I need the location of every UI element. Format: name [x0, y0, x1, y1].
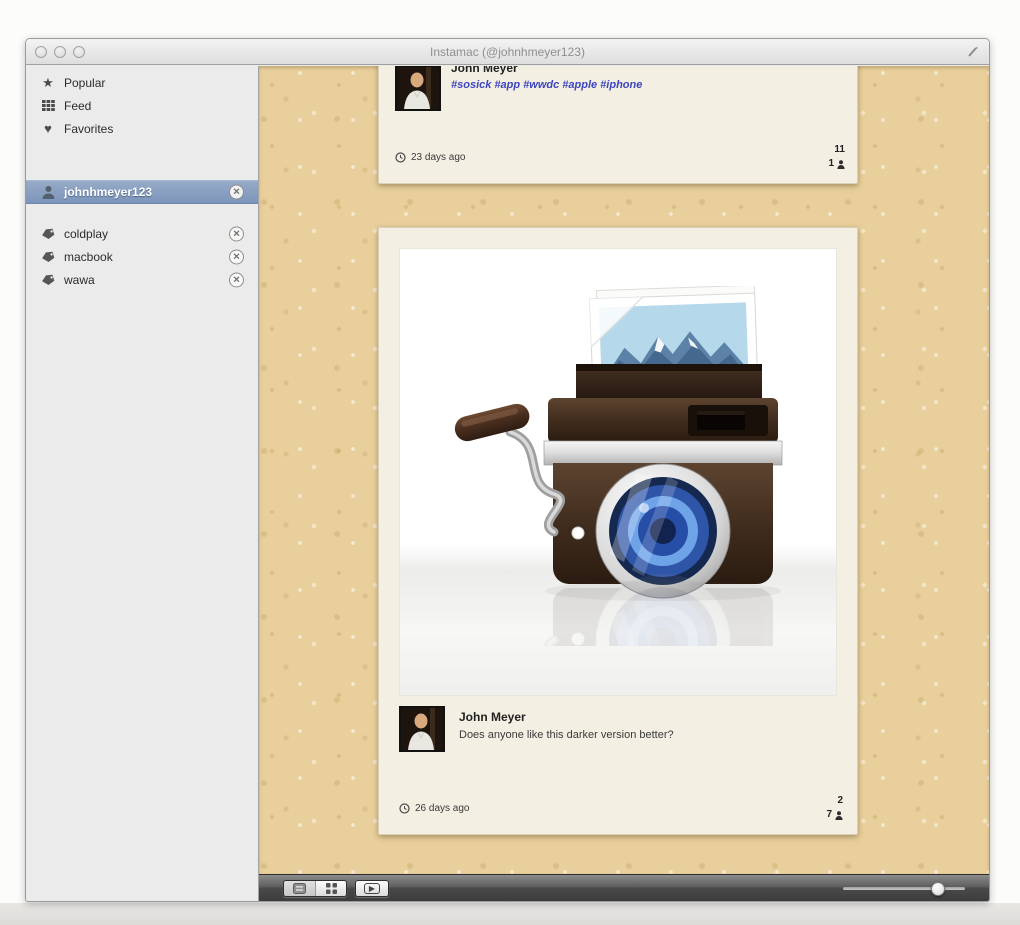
main-content: John Meyer #sosick #app #wwdc #apple #ip…: [259, 66, 989, 901]
titlebar: Instamac (@johnhmeyer123): [26, 39, 989, 65]
sidebar: ★ Popular Feed ♥ Favorites johnhmeyer123…: [26, 66, 259, 901]
grid-view-button[interactable]: [315, 881, 346, 896]
grid-view-icon: [325, 883, 337, 894]
remove-tag-button[interactable]: ✕: [229, 226, 244, 241]
sidebar-item-tag-coldplay[interactable]: coldplay ✕: [26, 222, 258, 245]
sidebar-item-favorites[interactable]: ♥ Favorites: [26, 117, 258, 140]
avatar[interactable]: [395, 66, 441, 111]
sidebar-item-label: Feed: [64, 98, 92, 113]
person-count-icon: [837, 159, 845, 169]
sidebar-item-user-johnhmeyer123[interactable]: johnhmeyer123 ✕: [26, 180, 258, 204]
sidebar-item-tag-macbook[interactable]: macbook ✕: [26, 245, 258, 268]
comments-count: 1: [828, 158, 834, 169]
post-timestamp: 26 days ago: [399, 803, 470, 814]
post-card: John Meyer #sosick #app #wwdc #apple #ip…: [378, 66, 858, 184]
screen: Instamac (@johnhmeyer123) ★ Popular Feed…: [0, 0, 1020, 925]
slideshow-button[interactable]: ▶: [355, 880, 389, 897]
post-card: John Meyer Does anyone like this darker …: [378, 227, 858, 835]
sidebar-item-popular[interactable]: ★ Popular: [26, 71, 258, 94]
sidebar-item-feed[interactable]: Feed: [26, 94, 258, 117]
remove-tag-button[interactable]: ✕: [229, 249, 244, 264]
comments-count: 7: [826, 809, 832, 820]
list-view-icon: [293, 883, 306, 894]
post-author[interactable]: John Meyer: [451, 66, 518, 75]
zoom-slider[interactable]: [843, 881, 965, 896]
sidebar-tag-label: macbook: [64, 249, 113, 264]
sidebar-item-label: Favorites: [64, 121, 114, 136]
sidebar-item-label: Popular: [64, 75, 106, 90]
clock-icon: [399, 803, 410, 814]
sidebar-item-tag-wawa[interactable]: wawa ✕: [26, 268, 258, 291]
bottom-toolbar: ▶: [259, 874, 989, 901]
remove-tag-button[interactable]: ✕: [229, 272, 244, 287]
play-icon: ▶: [363, 883, 381, 894]
post-counts: 2 7: [826, 794, 843, 822]
post-author[interactable]: John Meyer: [459, 710, 526, 724]
window-title: Instamac (@johnhmeyer123): [430, 45, 585, 59]
post-caption-hashtags[interactable]: #sosick #app #wwdc #apple #iphone: [451, 79, 642, 91]
person-icon: [40, 185, 56, 200]
compose-pencil-icon[interactable]: [965, 44, 981, 60]
post-photo[interactable]: [399, 248, 837, 696]
heart-icon: ♥: [44, 121, 52, 136]
feed-scroll-area: John Meyer #sosick #app #wwdc #apple #ip…: [259, 66, 989, 874]
likes-count: 2: [837, 795, 843, 806]
tag-icon: [40, 272, 56, 287]
clock-icon: [395, 152, 406, 163]
avatar[interactable]: [399, 706, 445, 752]
zoom-slider-knob[interactable]: [931, 881, 946, 896]
desktop-background-strip: [0, 903, 1020, 925]
post-timestamp: 23 days ago: [395, 152, 466, 163]
camera-illustration: [448, 286, 788, 646]
remove-user-button[interactable]: ✕: [229, 184, 244, 200]
list-view-button[interactable]: [284, 881, 315, 896]
person-count-icon: [835, 810, 843, 820]
sidebar-user-label: johnhmeyer123: [64, 185, 153, 199]
likes-count: 11: [834, 144, 845, 155]
tag-icon: [40, 249, 56, 264]
sidebar-tag-label: coldplay: [64, 226, 109, 241]
feed-grid-icon: [40, 98, 56, 113]
post-caption: Does anyone like this darker version bet…: [459, 729, 674, 741]
star-icon: ★: [42, 75, 54, 90]
sidebar-tag-label: wawa: [64, 272, 95, 287]
view-mode-segmented-control: [283, 880, 347, 897]
post-counts: 11 1: [828, 143, 845, 171]
app-window: Instamac (@johnhmeyer123) ★ Popular Feed…: [25, 38, 990, 902]
tag-icon: [40, 226, 56, 241]
